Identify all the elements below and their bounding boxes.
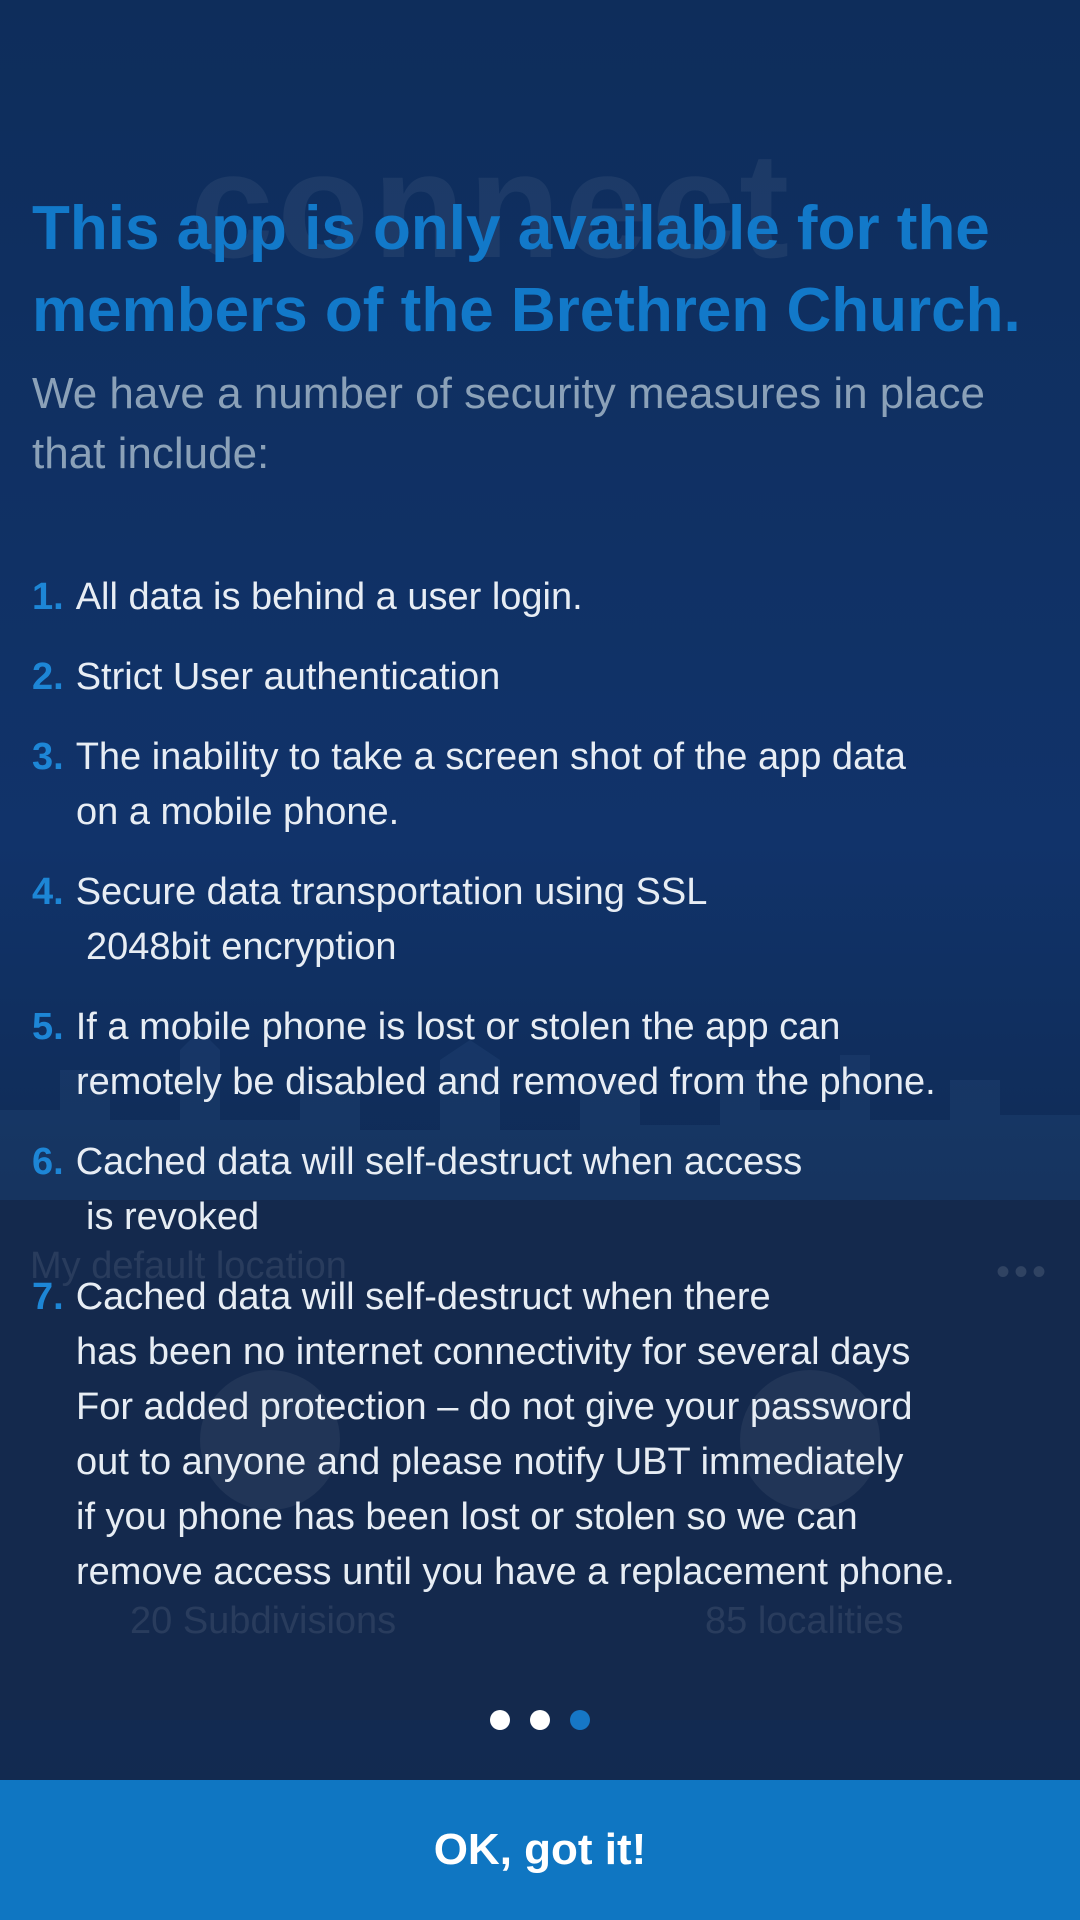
measure-text-continued: out to anyone and please notify UBT imme… — [76, 1441, 904, 1483]
security-measure-item: 7. Cached data will self-destruct when th… — [32, 1270, 1062, 1600]
measure-number: 7. — [32, 1276, 64, 1318]
onboarding-screen: connect My default location ••• 20 Subdi… — [0, 0, 1080, 1920]
measure-number: 4. — [32, 871, 64, 913]
measure-text: Cached data will self-destruct when ther… — [75, 1276, 771, 1318]
onboarding-overlay: This app is only available for the membe… — [0, 0, 1080, 1920]
measure-text: Cached data will self-destruct when acce… — [75, 1141, 803, 1183]
measure-text-continued: For added protection – do not give your … — [76, 1386, 913, 1428]
ok-got-it-button[interactable]: OK, got it! — [0, 1780, 1080, 1920]
measure-text-continued: has been no internet connectivity for se… — [76, 1331, 911, 1373]
page-dot-2[interactable] — [530, 1710, 550, 1730]
security-measure-item: 2. Strict User authentication — [32, 650, 1062, 705]
measure-number: 3. — [32, 736, 64, 778]
page-dot-3-active[interactable] — [570, 1710, 590, 1730]
measure-text-continued: remove access until you have a replaceme… — [76, 1551, 955, 1593]
measure-number: 2. — [32, 656, 64, 698]
page-title: This app is only available for the membe… — [32, 194, 1021, 345]
page-subtitle: We have a number of security measures in… — [32, 369, 985, 478]
measure-text-continued: on a mobile phone. — [76, 791, 400, 833]
security-measures-list: 1. All data is behind a user login. 2. Str… — [32, 570, 1062, 1625]
page-indicator — [0, 1710, 1080, 1734]
measure-number: 5. — [32, 1006, 64, 1048]
measure-number: 1. — [32, 576, 64, 618]
security-measure-item: 1. All data is behind a user login. — [32, 570, 1062, 625]
measure-text-continued: remotely be disabled and removed from th… — [76, 1061, 936, 1103]
measure-text-continued: is revoked — [86, 1196, 260, 1238]
measure-text: If a mobile phone is lost or stolen the … — [75, 1006, 841, 1048]
security-measure-item: 5. If a mobile phone is lost or stolen th… — [32, 1000, 1062, 1110]
measure-text: The inability to take a screen shot of t… — [75, 736, 906, 778]
measure-text-continued: if you phone has been lost or stolen so … — [76, 1496, 858, 1538]
security-measure-item: 6. Cached data will self-destruct when ac… — [32, 1135, 1062, 1245]
measure-text: Strict User authentication — [75, 656, 501, 698]
measure-text: All data is behind a user login. — [75, 576, 583, 618]
measure-text-continued: 2048bit encryption — [86, 926, 397, 968]
page-dot-1[interactable] — [490, 1710, 510, 1730]
security-measure-item: 4. Secure data transportation using SSL 2… — [32, 865, 1062, 975]
security-measure-item: 3. The inability to take a screen shot of… — [32, 730, 1062, 840]
measure-text: Secure data transportation using SSL — [75, 871, 708, 913]
measure-number: 6. — [32, 1141, 64, 1183]
